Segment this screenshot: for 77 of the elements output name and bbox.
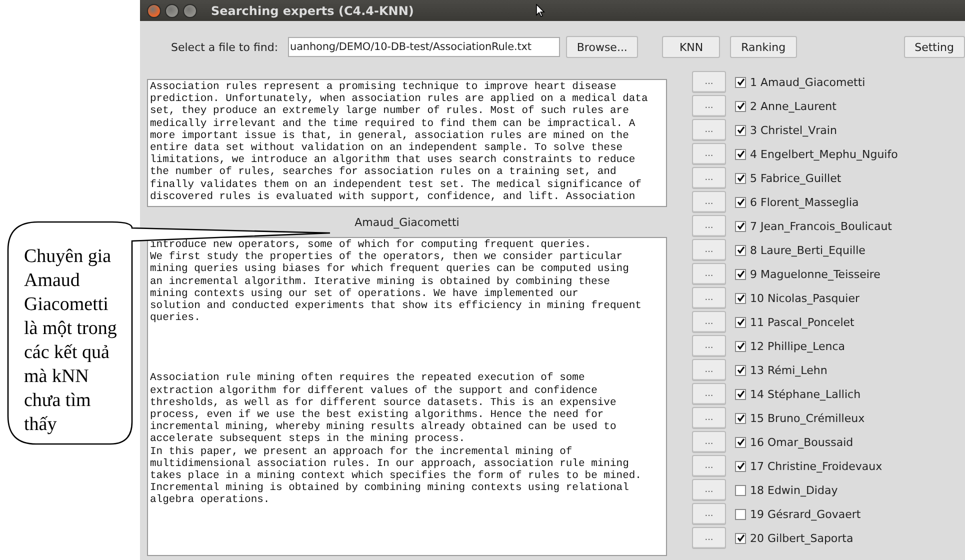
abstract-text: introduce new operators, some of which for computing frequent queries. We first study the properties of the operators, then we consider particular mining queries using biases for which frequent queries can be computed using an incremental algorithm. Iterative mining is obtained by combining these mining contexts using our set of operations. We have implemented our solution and conducted experiments that show its efficiency in mining frequent queries. (150, 239, 642, 324)
checkbox[interactable] (735, 100, 746, 112)
expert-checkbox[interactable]: 12 Phillipe_Lenca (735, 340, 846, 352)
details-button[interactable]: ... (692, 263, 726, 285)
checkbox[interactable] (735, 340, 746, 352)
checkbox[interactable] (735, 292, 746, 304)
expert-name: Amaud_Giacometti (354, 214, 460, 231)
expert-checkbox[interactable]: 10 Nicolas_Pasquier (735, 292, 860, 304)
details-button[interactable]: ... (692, 407, 726, 429)
details-button[interactable]: ... (692, 479, 726, 501)
query-text-area[interactable]: Association rules represent a promising technique to improve heart disease prediction. Unfortunately, when association rules are applied on a medical data set, they produce an extremely large number of rules. Most of such rules are medically irrelevant and the time required to find them can be impractical. A more important issue is that, in general, association rules are mined on the entire data set without validation on an independent sample. To solve these limitations, we introduce an algorithm that uses search constraints to reduce the number of rules, searches for association rules on a training set, and finally validates them on an independent test set. The medical significance of discovered rules is evaluated with support, confidence, and lift. Association (147, 79, 667, 207)
checkbox[interactable] (735, 244, 746, 256)
maximize-button[interactable] (183, 4, 197, 18)
file-path-field[interactable]: uanhong/DEMO/10-DB-test/AssociationRule.txt (288, 37, 560, 57)
expert-checkbox[interactable]: 16 Omar_Boussaid (735, 436, 854, 448)
expert-checkbox[interactable]: 13 Rémi_Lehn (735, 364, 828, 376)
expert-checkbox[interactable]: 3 Christel_Vrain (735, 124, 837, 136)
close-button[interactable] (147, 4, 161, 18)
expert-checkbox[interactable]: 9 Maguelonne_Teisseire (735, 268, 880, 280)
expert-checkbox[interactable]: 17 Christine_Froidevaux (735, 460, 882, 472)
details-button[interactable]: ... (692, 71, 726, 93)
expert-checkbox[interactable]: 11 Pascal_Poncelet (735, 316, 854, 328)
checkbox[interactable] (735, 532, 746, 544)
checkbox[interactable] (735, 388, 746, 400)
browse-button[interactable]: Browse... (566, 36, 638, 58)
window-title: Searching experts (C4.4-KNN) (211, 4, 414, 18)
abstract-text: Association rule mining often requires the repeated execution of some extraction algorithm for different values of the support and confidence thresholds, as well as for different source datasets. This is an expensive process, even if we use the best existing algorithms. Hence the need for incremental mining, whereby mining results already obtained can be used to accelerate subsequent steps in the mining process. In this paper, we present an approach for the incremental mining of multidimensional association rules. In our approach, association rule mining takes place in a mining context which specifies the form of rules to be mined. Incremental mining is obtained by combining mining contexts using relational algebra operations. (150, 372, 642, 507)
details-button[interactable]: ... (692, 335, 726, 357)
details-button[interactable]: ... (692, 167, 726, 189)
expert-checkbox[interactable]: 8 Laure_Berti_Equille (735, 244, 866, 256)
checkbox[interactable] (735, 460, 746, 472)
expert-checkbox[interactable]: 7 Jean_Francois_Boulicaut (735, 220, 892, 232)
checkbox[interactable] (735, 76, 746, 88)
checkbox[interactable] (735, 436, 746, 448)
details-button[interactable]: ... (692, 239, 726, 261)
details-button[interactable]: ... (692, 311, 726, 333)
details-button[interactable]: ... (692, 119, 726, 141)
ranking-button[interactable]: Ranking (730, 36, 797, 58)
details-button[interactable]: ... (692, 287, 726, 309)
details-button[interactable]: ... (692, 215, 726, 237)
details-button[interactable]: ... (692, 455, 726, 477)
expert-checkbox[interactable]: 15 Bruno_Crémilleux (735, 412, 865, 424)
expert-checkbox[interactable]: 2 Anne_Laurent (735, 100, 836, 112)
checkbox[interactable] (735, 412, 746, 424)
details-button[interactable]: ... (692, 431, 726, 453)
checkbox[interactable] (735, 268, 746, 280)
expert-checkbox[interactable]: 5 Fabrice_Guillet (735, 172, 842, 184)
details-button[interactable]: ... (692, 143, 726, 165)
checkbox[interactable] (735, 508, 746, 520)
details-button[interactable]: ... (692, 503, 726, 525)
minimize-button[interactable] (165, 4, 179, 18)
checkbox[interactable] (735, 316, 746, 328)
checkbox[interactable] (735, 172, 746, 184)
details-button[interactable]: ... (692, 527, 726, 549)
details-button[interactable]: ... (692, 95, 726, 117)
checkbox[interactable] (735, 220, 746, 232)
checkbox[interactable] (735, 148, 746, 160)
cursor-icon (536, 4, 545, 17)
expert-checkbox[interactable]: 14 Stéphane_Lallich (735, 388, 861, 400)
details-button[interactable]: ... (692, 359, 726, 381)
expert-checkbox[interactable]: 1 Amaud_Giacometti (735, 76, 866, 88)
checkbox[interactable] (735, 124, 746, 136)
checkbox[interactable] (735, 484, 746, 496)
knn-button[interactable]: KNN (662, 36, 720, 58)
expert-checkbox[interactable]: 19 Gésrard_Govaert (735, 508, 861, 520)
setting-button[interactable]: Setting (904, 36, 965, 58)
details-button[interactable]: ... (692, 191, 726, 213)
file-label: Select a file to find: (171, 40, 278, 54)
expert-checkbox[interactable]: 18 Edwin_Diday (735, 484, 838, 496)
checkbox[interactable] (735, 364, 746, 376)
callout-text: Chuyên gia Amaud Giacometti là một trong các kết quả mà kNN chưa tìm thấy (24, 245, 118, 437)
details-button[interactable]: ... (692, 383, 726, 405)
expert-checkbox[interactable]: 20 Gilbert_Saporta (735, 532, 854, 544)
checkbox[interactable] (735, 196, 746, 208)
expert-checkbox[interactable]: 6 Florent_Masseglia (735, 196, 859, 208)
expert-checkbox[interactable]: 4 Engelbert_Mephu_Nguifo (735, 148, 898, 160)
expert-text-area[interactable] (147, 237, 667, 556)
